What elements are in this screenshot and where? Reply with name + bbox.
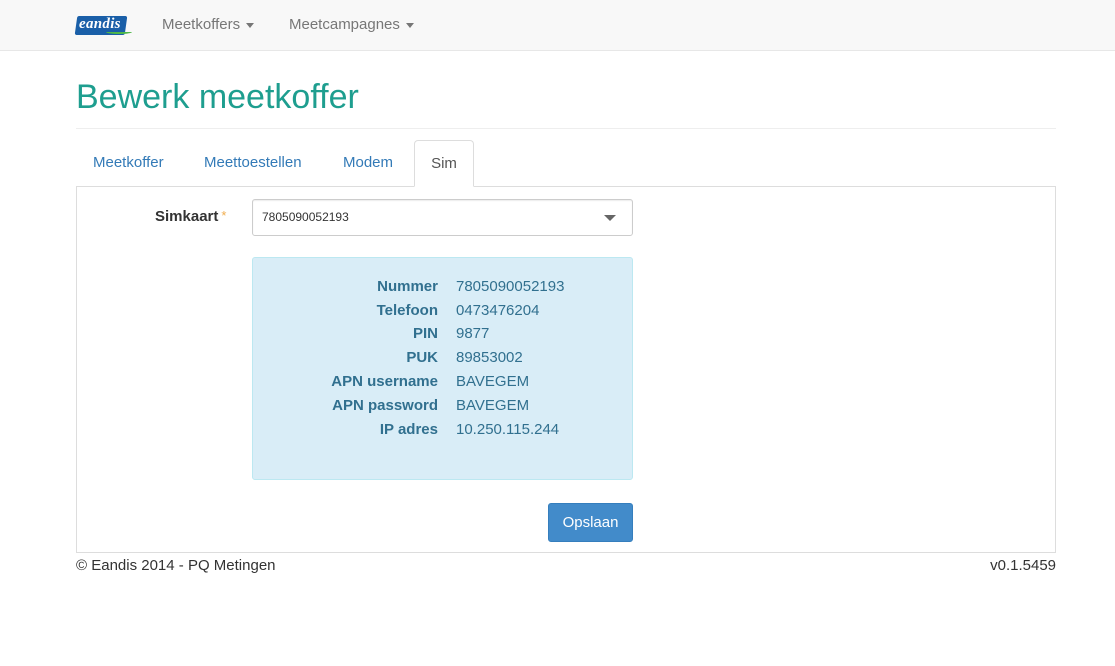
sim-info-row: IP adres 10.250.115.244	[253, 421, 634, 443]
top-navbar: eandis Meetkoffers Meetcampagnes	[0, 0, 1115, 51]
sim-info-value: 89853002	[456, 349, 523, 366]
dropdown-arrow-icon	[604, 215, 616, 221]
footer-version: v0.1.5459	[990, 557, 1056, 574]
sim-info-value: BAVEGEM	[456, 373, 530, 390]
sim-info-value: 0473476204	[456, 302, 540, 319]
simkaart-select[interactable]: 7805090052193	[252, 199, 633, 236]
nav-meetcampagnes-label: Meetcampagnes	[289, 16, 400, 33]
nav-meetcampagnes-dropdown[interactable]: Meetcampagnes	[289, 0, 414, 50]
tab-meettoestellen[interactable]: Meettoestellen	[187, 140, 319, 187]
title-divider	[76, 128, 1056, 129]
sim-info-value: 10.250.115.244	[456, 421, 560, 438]
tab-content-panel: Simkaart * 7805090052193 Nummer 780509005…	[76, 186, 1056, 553]
sim-info-key: PIN	[412, 325, 438, 342]
sim-info-key: PUK	[406, 349, 438, 366]
sim-info-row: APN password BAVEGEM	[253, 397, 634, 419]
sim-info-value: 9877	[456, 325, 490, 342]
tab-sim[interactable]: Sim	[414, 140, 474, 187]
logo-swoosh	[106, 30, 132, 34]
caret-down-icon	[405, 22, 414, 28]
sim-info-row: PUK 89853002	[253, 349, 634, 371]
sim-info-value: BAVEGEM	[456, 397, 530, 414]
caret-down-icon	[246, 22, 255, 28]
page-title: Bewerk meetkoffer	[76, 78, 359, 116]
sim-info-row: APN username BAVEGEM	[253, 373, 634, 395]
nav-meetkoffers-label: Meetkoffers	[162, 16, 241, 33]
sim-info-row: Telefoon 0473476204	[253, 302, 634, 324]
sim-info-row: Nummer 7805090052193	[253, 278, 634, 300]
sim-info-value: 7805090052193	[456, 278, 565, 295]
simkaart-label-text: Simkaart	[155, 208, 219, 225]
sim-info-key: APN username	[331, 373, 438, 390]
sim-info-key: Nummer	[377, 278, 438, 295]
required-marker: *	[221, 208, 227, 223]
tab-modem[interactable]: Modem	[326, 140, 410, 187]
tab-bar: Meetkoffer Meettoestellen Modem Sim	[76, 140, 1056, 187]
nav-meetkoffers-dropdown[interactable]: Meetkoffers	[162, 0, 255, 50]
sim-info-box: Nummer 7805090052193 Telefoon 0473476204…	[252, 257, 633, 480]
save-button[interactable]: Opslaan	[548, 503, 633, 542]
simkaart-label: Simkaart *	[155, 208, 226, 225]
sim-info-key: IP adres	[379, 421, 438, 438]
eandis-logo[interactable]: eandis	[74, 14, 132, 36]
simkaart-selected-value: 7805090052193	[262, 210, 349, 224]
tab-meetkoffer[interactable]: Meetkoffer	[76, 140, 181, 187]
sim-info-key: Telefoon	[376, 302, 438, 319]
sim-info-key: APN password	[332, 397, 438, 414]
footer-copyright: © Eandis 2014 - PQ Metingen	[76, 557, 276, 574]
sim-info-row: PIN 9877	[253, 325, 634, 347]
